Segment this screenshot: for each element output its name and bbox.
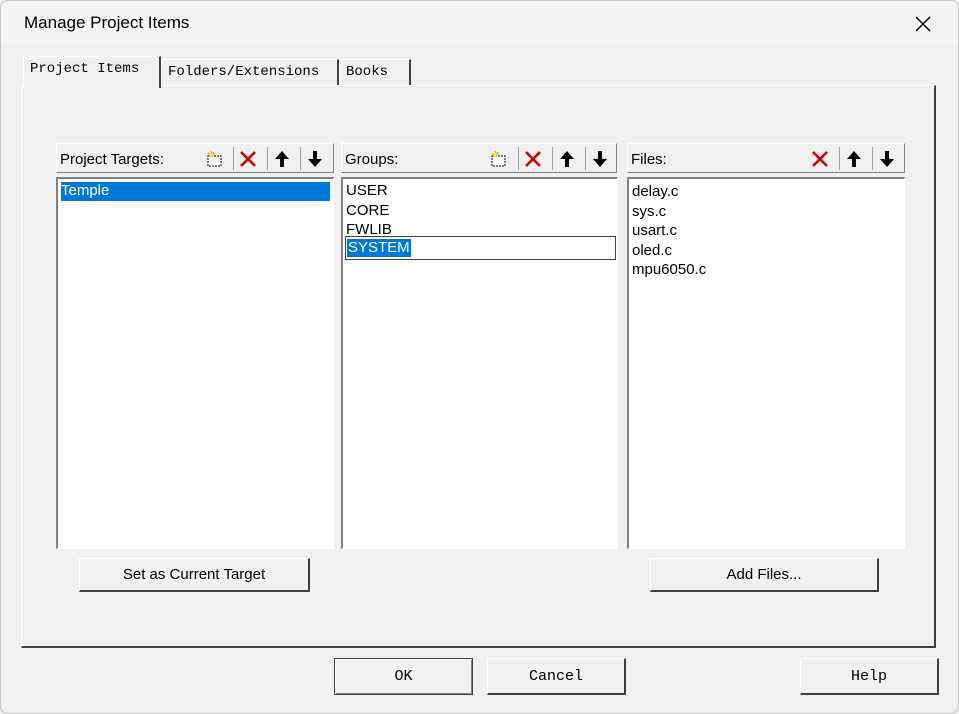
new-icon bbox=[491, 150, 506, 166]
move-down-icon bbox=[307, 150, 322, 167]
delete-group-button[interactable] bbox=[518, 147, 546, 170]
close-button[interactable] bbox=[903, 9, 943, 39]
add-files-button[interactable]: Add Files... bbox=[650, 558, 879, 592]
files-label: Files: bbox=[631, 151, 667, 168]
groups-label: Groups: bbox=[345, 151, 399, 168]
groups-header: Groups: bbox=[341, 143, 617, 173]
list-item[interactable]: delay.c bbox=[632, 183, 678, 202]
list-item[interactable]: CORE bbox=[346, 202, 389, 221]
delete-target-button[interactable] bbox=[233, 147, 261, 170]
files-list[interactable]: delay.c sys.c usart.c oled.c mpu6050.c bbox=[627, 177, 905, 549]
move-up-group-button[interactable] bbox=[552, 147, 580, 170]
move-down-file-button[interactable] bbox=[872, 147, 900, 170]
move-down-icon bbox=[592, 150, 607, 167]
delete-icon bbox=[812, 150, 828, 167]
manage-project-items-dialog: Manage Project Items Project Items Folde… bbox=[0, 0, 959, 714]
groups-list[interactable]: USER CORE FWLIB SYSTEM bbox=[341, 177, 618, 549]
title-bar: Manage Project Items bbox=[1, 1, 958, 45]
move-up-icon bbox=[559, 150, 574, 167]
list-item[interactable]: sys.c bbox=[632, 203, 666, 222]
targets-label: Project Targets: bbox=[60, 151, 164, 168]
list-item[interactable]: USER bbox=[346, 182, 388, 201]
window-title: Manage Project Items bbox=[24, 13, 190, 32]
move-down-target-button[interactable] bbox=[300, 147, 328, 170]
ok-button[interactable]: OK bbox=[334, 658, 473, 695]
delete-file-button[interactable] bbox=[806, 147, 834, 170]
new-icon bbox=[207, 150, 222, 166]
tab-project-items[interactable]: Project Items bbox=[23, 56, 161, 88]
group-rename-text: SYSTEM bbox=[347, 239, 411, 257]
files-header: Files: bbox=[627, 143, 905, 173]
list-item[interactable]: usart.c bbox=[632, 222, 677, 241]
help-button[interactable]: Help bbox=[800, 658, 939, 695]
list-item[interactable]: mpu6050.c bbox=[632, 261, 706, 280]
tab-books[interactable]: Books bbox=[339, 59, 411, 85]
move-up-target-button[interactable] bbox=[267, 147, 295, 170]
move-up-icon bbox=[846, 150, 861, 167]
targets-header: Project Targets: bbox=[56, 143, 334, 173]
targets-list[interactable]: Temple bbox=[56, 177, 334, 549]
set-current-target-button[interactable]: Set as Current Target bbox=[79, 558, 310, 592]
delete-icon bbox=[524, 150, 541, 167]
move-down-icon bbox=[879, 150, 894, 167]
move-down-group-button[interactable] bbox=[585, 147, 613, 170]
new-target-button[interactable] bbox=[201, 147, 229, 170]
close-icon bbox=[915, 16, 931, 32]
tab-folders-extensions[interactable]: Folders/Extensions bbox=[161, 59, 339, 85]
new-group-button[interactable] bbox=[485, 147, 513, 170]
move-up-icon bbox=[274, 150, 289, 167]
list-item[interactable]: Temple bbox=[61, 182, 330, 201]
group-rename-field[interactable]: SYSTEM bbox=[345, 236, 616, 260]
delete-icon bbox=[239, 150, 256, 167]
cancel-button[interactable]: Cancel bbox=[487, 658, 626, 695]
list-item[interactable]: oled.c bbox=[632, 242, 672, 261]
move-up-file-button[interactable] bbox=[839, 147, 867, 170]
